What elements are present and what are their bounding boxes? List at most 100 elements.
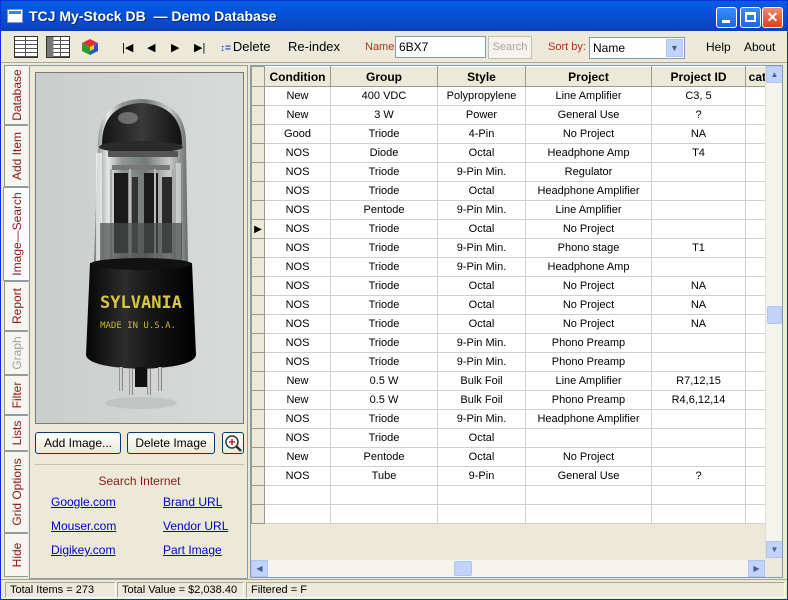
grid-cell[interactable]: New <box>264 390 331 410</box>
grid-cell[interactable]: Headphone Amp <box>525 257 652 277</box>
row-selector[interactable] <box>251 295 265 315</box>
about-button[interactable]: About <box>744 40 775 54</box>
grid-cell[interactable]: 400 VDC <box>330 86 438 106</box>
grid-cell[interactable]: Triode <box>330 257 438 277</box>
table-row[interactable]: NOS Triode Octal No Project NA <box>251 314 773 334</box>
sort-select[interactable]: Name ▼ <box>589 37 685 59</box>
grid-cell[interactable]: Power <box>437 105 526 125</box>
digikey-link[interactable]: Digikey.com <box>51 543 115 557</box>
part-image-link[interactable]: Part Image <box>163 543 222 557</box>
grid-cell[interactable]: NOS <box>264 333 331 353</box>
row-selector[interactable] <box>251 162 265 182</box>
column-header-condition[interactable]: Condition <box>264 66 331 87</box>
grid-cell[interactable]: Octal <box>437 295 526 315</box>
vendor-url-link[interactable]: Vendor URL <box>163 519 228 533</box>
grid-cell[interactable]: Polypropylene <box>437 86 526 106</box>
horizontal-scrollbar[interactable]: ◀ ▶ <box>251 560 765 577</box>
grid-cell[interactable]: Octal <box>437 314 526 334</box>
row-selector[interactable] <box>251 447 265 467</box>
grid-cell[interactable]: NOS <box>264 428 331 448</box>
table-row[interactable]: NOS Triode Octal <box>251 428 773 448</box>
grid-cell[interactable]: Pentode <box>330 200 438 220</box>
grid-cell[interactable]: Bulk Foil <box>437 371 526 391</box>
minimize-button[interactable] <box>716 7 737 28</box>
table-row[interactable]: NOS Triode Octal No Project NA <box>251 276 773 296</box>
grid-cell[interactable] <box>651 428 746 448</box>
row-selector[interactable] <box>251 428 265 448</box>
grid-cell[interactable] <box>651 200 746 220</box>
column-header-project[interactable]: Project <box>525 66 652 87</box>
horizontal-scroll-thumb[interactable] <box>454 561 472 576</box>
chevron-down-icon[interactable]: ▼ <box>666 39 683 57</box>
add-image-button[interactable]: Add Image... <box>35 432 121 454</box>
grid-cell[interactable]: Triode <box>330 276 438 296</box>
grid-cell[interactable]: Triode <box>330 181 438 201</box>
row-selector[interactable] <box>251 181 265 201</box>
grid-cell[interactable]: T4 <box>651 143 746 163</box>
grid-cell[interactable] <box>525 428 652 448</box>
cube-icon[interactable] <box>81 38 99 56</box>
grid-cell[interactable]: NOS <box>264 409 331 429</box>
grid-cell[interactable]: General Use <box>525 466 652 486</box>
scroll-down-icon[interactable]: ▼ <box>766 541 782 558</box>
grid-cell[interactable]: C3, 5 <box>651 86 746 106</box>
grid-cell[interactable]: Triode <box>330 352 438 372</box>
table-row[interactable]: New 0.5 W Bulk Foil Phono Preamp R4,6,12,14 <box>251 390 773 410</box>
grid-cell[interactable]: Phono Preamp <box>525 390 652 410</box>
row-selector[interactable] <box>251 390 265 410</box>
row-selector[interactable] <box>251 124 265 144</box>
row-selector[interactable] <box>251 409 265 429</box>
grid-cell[interactable]: New <box>264 86 331 106</box>
grid-cell[interactable]: Triode <box>330 314 438 334</box>
grid-cell[interactable]: Regulator <box>525 162 652 182</box>
grid-cell[interactable]: Octal <box>437 447 526 467</box>
row-selector[interactable] <box>251 371 265 391</box>
next-record-button[interactable]: ▶ <box>171 41 179 54</box>
grid-cell[interactable]: NOS <box>264 200 331 220</box>
zoom-button[interactable] <box>222 432 244 454</box>
grid-cell[interactable]: Triode <box>330 409 438 429</box>
grid-cell[interactable]: Tube <box>330 466 438 486</box>
grid-cell[interactable]: Line Amplifier <box>525 200 652 220</box>
name-input[interactable] <box>395 36 486 58</box>
tab-grid-options[interactable]: Grid Options <box>4 451 28 533</box>
grid-cell[interactable]: Bulk Foil <box>437 390 526 410</box>
grid-cell[interactable]: Octal <box>437 428 526 448</box>
search-button[interactable]: Search <box>488 36 532 59</box>
tab-lists[interactable]: Lists <box>4 415 28 451</box>
brand-url-link[interactable]: Brand URL <box>163 495 222 509</box>
grid-cell[interactable]: 9-Pin Min. <box>437 352 526 372</box>
form-view-icon[interactable] <box>46 36 70 58</box>
row-selector[interactable] <box>251 257 265 277</box>
grid-cell[interactable]: 9-Pin Min. <box>437 257 526 277</box>
grid-cell[interactable]: Octal <box>437 181 526 201</box>
table-row[interactable]: NOS Triode 9-Pin Min. Regulator <box>251 162 773 182</box>
column-header-style[interactable]: Style <box>437 66 526 87</box>
maximize-button[interactable] <box>740 7 761 28</box>
row-selector[interactable] <box>251 276 265 296</box>
grid-cell[interactable]: 0.5 W <box>330 390 438 410</box>
grid-cell[interactable]: Phono Preamp <box>525 333 652 353</box>
grid-cell[interactable]: 4-Pin <box>437 124 526 144</box>
grid-cell[interactable]: NA <box>651 314 746 334</box>
table-row[interactable]: NOS Triode 9-Pin Min. Phono Preamp <box>251 333 773 353</box>
table-row[interactable]: NOSDiodeOctalHeadphone AmpT4B <box>251 143 773 163</box>
mouser-link[interactable]: Mouser.com <box>51 519 116 533</box>
grid-cell[interactable]: Line Amplifier <box>525 86 652 106</box>
grid-cell[interactable]: Triode <box>330 428 438 448</box>
prev-record-button[interactable]: ◀ <box>147 41 155 54</box>
tab-filter[interactable]: Filter <box>4 375 28 415</box>
row-selector[interactable] <box>251 333 265 353</box>
grid-cell[interactable]: New <box>264 371 331 391</box>
table-row[interactable]: ▶ NOS Triode Octal No Project <box>251 219 773 239</box>
grid-cell[interactable] <box>651 333 746 353</box>
tab-database[interactable]: Database <box>4 65 28 125</box>
scroll-up-icon[interactable]: ▲ <box>766 66 782 83</box>
row-selector[interactable] <box>251 352 265 372</box>
delete-image-button[interactable]: Delete Image <box>127 432 215 454</box>
table-row[interactable]: New Pentode Octal No Project <box>251 447 773 467</box>
grid-cell[interactable]: NOS <box>264 162 331 182</box>
grid-cell[interactable]: No Project <box>525 219 652 239</box>
table-row[interactable]: NOSTriode9-Pin Min.Phono stageT1B <box>251 238 773 258</box>
row-selector[interactable] <box>251 105 265 125</box>
